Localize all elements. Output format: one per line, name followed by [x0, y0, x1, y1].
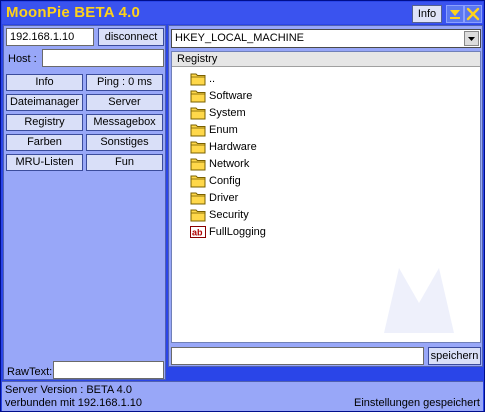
registry-tree[interactable]: Registry .. Software System Enum Hardware Net…: [171, 51, 481, 343]
svg-text:ab: ab: [192, 228, 203, 238]
settings-saved-text: Einstellungen gespeichert: [354, 397, 480, 409]
folder-icon: [190, 157, 206, 171]
host-label: Host :: [8, 53, 37, 65]
registry-tree-item-label: Driver: [209, 192, 239, 204]
left-panel: 192.168.1.10 disconnect Host : Info Ping…: [3, 25, 166, 380]
registry-panel: HKEY_LOCAL_MACHINE Registry .. Software Sy…: [168, 25, 483, 367]
registry-value-input[interactable]: [171, 347, 424, 365]
nav-sonstiges-button[interactable]: Sonstiges: [86, 134, 163, 151]
folder-icon: [190, 140, 206, 154]
nav-fun-button[interactable]: Fun: [86, 154, 163, 171]
title-bar[interactable]: MoonPie BETA 4.0 Info: [2, 2, 483, 24]
registry-tree-item-label: Enum: [209, 124, 238, 136]
registry-tree-item-label: ..: [209, 73, 216, 85]
registry-tree-item-label: Software: [209, 90, 253, 102]
nav-ping-button[interactable]: Ping : 0 ms: [86, 74, 163, 91]
registry-tree-item-label: Config: [209, 175, 241, 187]
folder-icon: [190, 208, 206, 222]
status-bar: Server Version : BETA 4.0 verbunden mit …: [2, 381, 483, 411]
registry-tree-item-label: FullLogging: [209, 226, 266, 238]
rawtext-input[interactable]: [53, 361, 164, 379]
string-value-icon: ab: [190, 225, 206, 239]
app-window: MoonPie BETA 4.0 Info 192.168.1.10 disco…: [0, 0, 485, 412]
nav-mru-listen-button[interactable]: MRU-Listen: [6, 154, 83, 171]
info-button[interactable]: Info: [412, 5, 442, 23]
nav-messagebox-button[interactable]: Messagebox: [86, 114, 163, 131]
registry-tree-item-label: System: [209, 107, 246, 119]
registry-tree-item-label: Network: [209, 158, 250, 170]
host-input[interactable]: [42, 49, 164, 67]
nav-dateimanager-button[interactable]: Dateimanager: [6, 94, 83, 111]
nav-farben-button[interactable]: Farben: [6, 134, 83, 151]
registry-tree-item-label: Security: [209, 209, 249, 221]
disconnect-button[interactable]: disconnect: [98, 28, 164, 46]
nav-server-button[interactable]: Server: [86, 94, 163, 111]
ip-address-input[interactable]: 192.168.1.10: [6, 28, 94, 46]
rawtext-label: RawText:: [7, 366, 53, 378]
save-button[interactable]: speichern: [428, 347, 481, 365]
nav-registry-button[interactable]: Registry: [6, 114, 83, 131]
folder-icon: [190, 174, 206, 188]
folder-icon: [190, 106, 206, 120]
moon-watermark-icon: [384, 268, 454, 333]
hive-select[interactable]: HKEY_LOCAL_MACHINE: [171, 29, 481, 48]
minimize-icon[interactable]: [446, 5, 464, 23]
nav-info-button[interactable]: Info: [6, 74, 83, 91]
folder-icon: [190, 191, 206, 205]
chevron-down-icon[interactable]: [464, 31, 479, 46]
window-title: MoonPie BETA 4.0: [6, 4, 141, 21]
folder-icon: [190, 72, 206, 86]
close-icon[interactable]: [464, 5, 482, 23]
hive-select-value: HKEY_LOCAL_MACHINE: [175, 32, 304, 44]
registry-column-header[interactable]: Registry: [172, 52, 480, 67]
server-version-text: Server Version : BETA 4.0: [5, 384, 132, 396]
folder-icon: [190, 123, 206, 137]
folder-icon: [190, 89, 206, 103]
registry-tree-item-label: Hardware: [209, 141, 257, 153]
connection-status-text: verbunden mit 192.168.1.10: [5, 397, 142, 409]
